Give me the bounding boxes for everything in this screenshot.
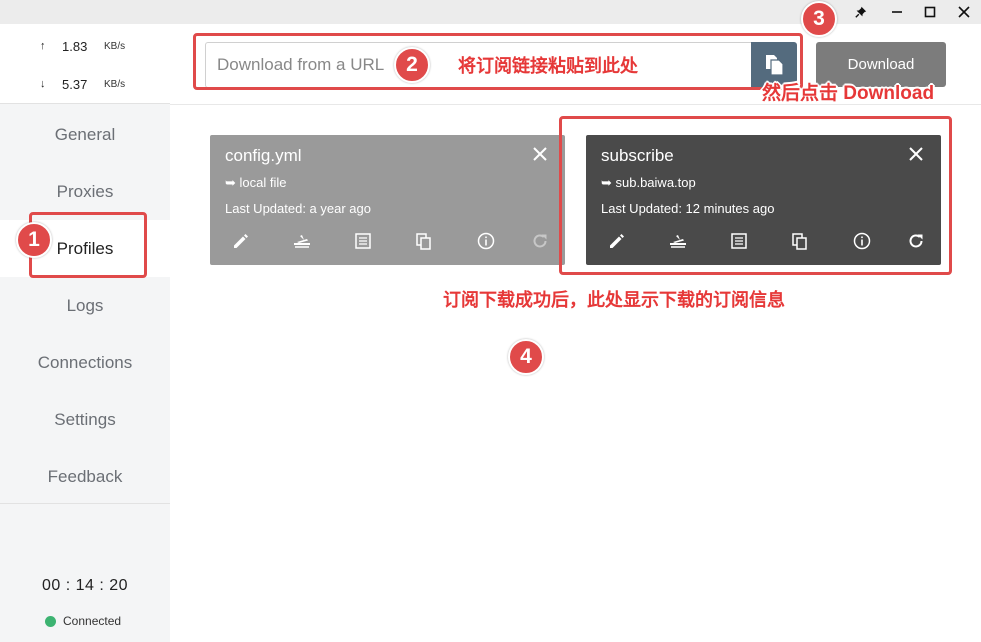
pin-icon[interactable] [850,2,872,22]
profile-updated: Last Updated: a year ago [225,201,371,216]
annotation-step-4: 4 [508,339,544,375]
annotation-step-3: 3 [801,1,837,37]
minimize-icon[interactable] [886,2,908,22]
copy-icon[interactable] [413,230,435,252]
upload-value: 1.83 [62,38,88,54]
profile-name: config.yml [225,146,302,165]
status-label: Connected [63,614,122,628]
upload-speed: ↑ 1.83 KB/s [40,37,125,55]
view-list-icon[interactable] [352,230,374,252]
download-unit: KB/s [104,78,126,90]
annotation-step-2: 2 [394,47,430,83]
traffic-panel: ↑ 1.83 KB/s ↓ 5.37 KB/s [0,24,170,104]
uptime-timer: 00 : 14 : 20 [41,577,129,594]
annotation-box-subscribe [559,116,952,275]
upload-unit: KB/s [104,40,126,52]
close-icon[interactable] [953,2,975,22]
upload-arrow-icon: ↑ [40,40,46,52]
annotation-step-1: 1 [16,222,52,258]
download-arrow-icon: ↓ [40,78,46,90]
maximize-icon[interactable] [919,2,941,22]
sidebar: ↑ 1.83 KB/s ↓ 5.37 KB/s General Proxies … [0,24,170,642]
profile-card[interactable]: config.yml ➥ local file Last Updated: a … [210,135,565,265]
refresh-icon [529,230,551,252]
annotation-text-3: 然后点击 Download [762,83,935,104]
rules-icon[interactable] [291,230,313,252]
sidebar-item-feedback[interactable]: Feedback [0,448,170,505]
connection-status: Connected [45,614,121,628]
delete-profile-icon[interactable] [531,145,549,163]
sidebar-divider [0,503,170,504]
download-value: 5.37 [62,76,88,92]
sidebar-item-logs[interactable]: Logs [0,277,170,334]
sidebar-item-general[interactable]: General [0,106,170,163]
sidebar-item-connections[interactable]: Connections [0,334,170,391]
info-icon[interactable] [475,230,497,252]
edit-icon[interactable] [230,230,252,252]
sidebar-item-settings[interactable]: Settings [0,391,170,448]
status-dot-icon [45,615,56,627]
annotation-text-2: 将订阅链接粘贴到此处 [458,56,638,76]
download-speed: ↓ 5.37 KB/s [40,75,125,93]
profile-source: ➥ local file [225,175,287,190]
annotation-text-4: 订阅下载成功后，此处显示下载的订阅信息 [443,290,785,310]
